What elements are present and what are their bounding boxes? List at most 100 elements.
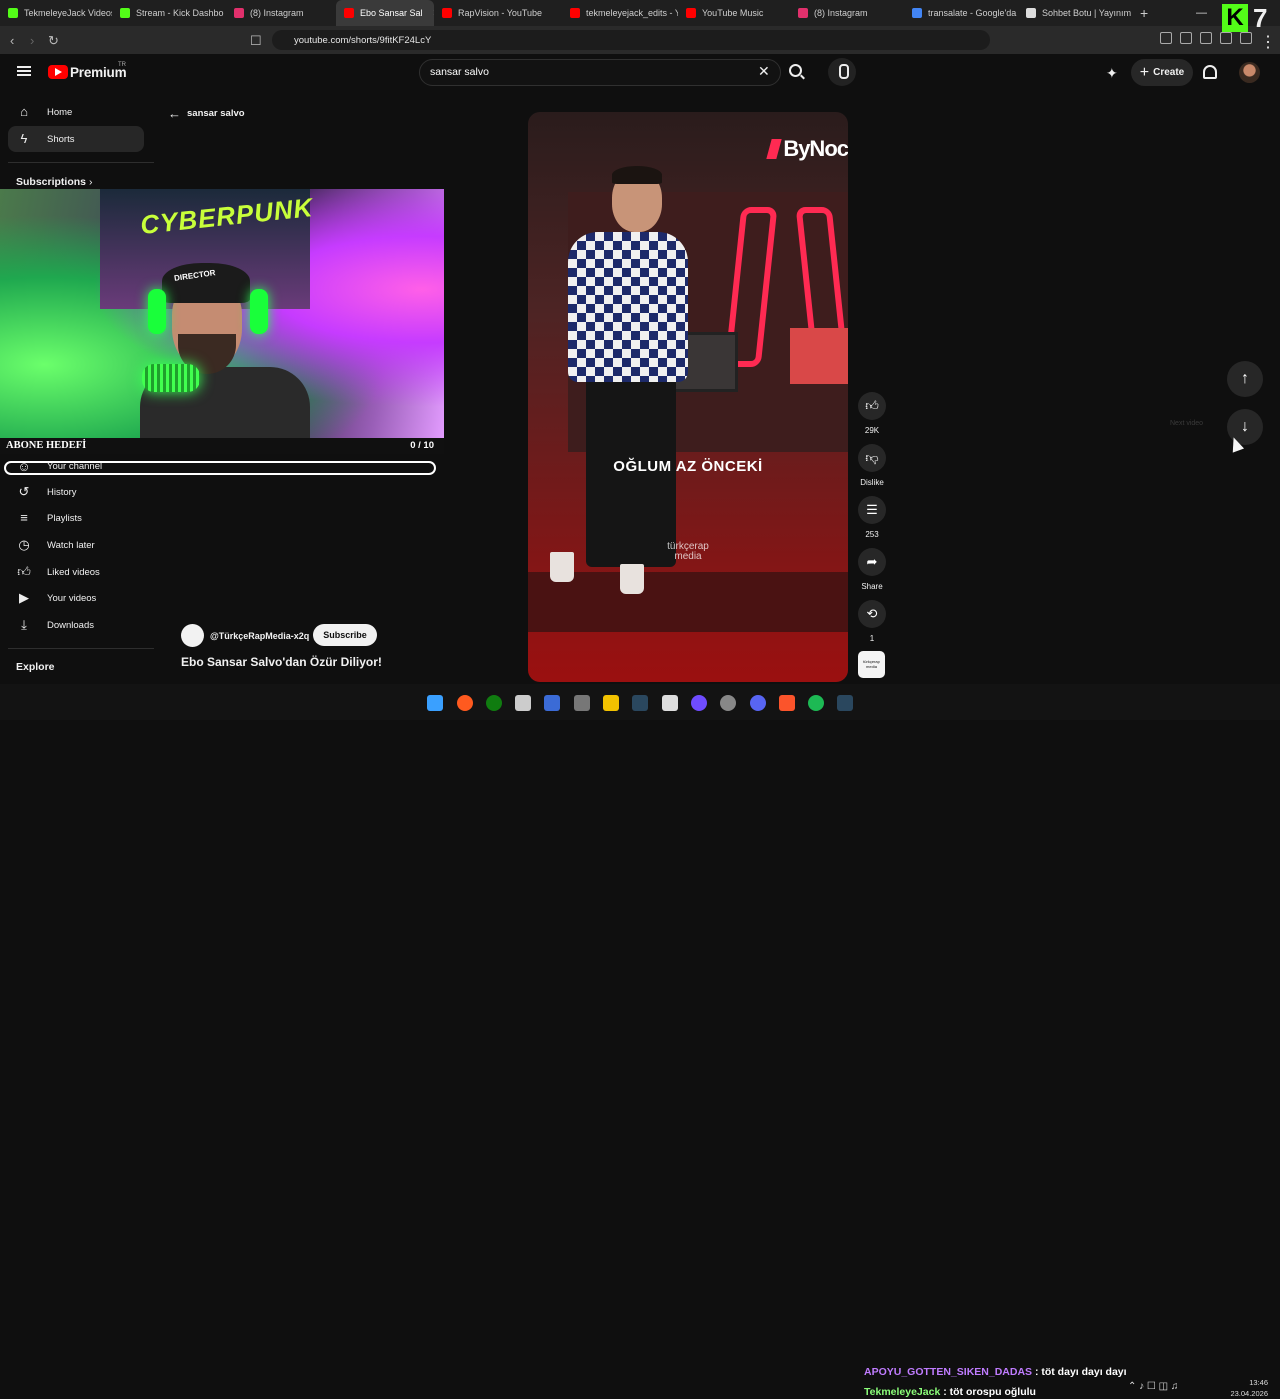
arrow-left-icon: ← bbox=[168, 106, 181, 121]
share-action: ➦ Share bbox=[852, 548, 892, 591]
steam-icon[interactable] bbox=[632, 695, 648, 711]
reload-icon[interactable]: ↻ bbox=[48, 33, 59, 49]
minimize-icon[interactable]: — bbox=[1196, 7, 1207, 19]
windows-taskbar: APOYU_GOTTEN_SIKEN_DADAS : töt dayı dayı… bbox=[0, 684, 1280, 1398]
app-icon[interactable] bbox=[515, 695, 531, 711]
sidebar-item-home[interactable]: ⌂ Home bbox=[8, 99, 144, 125]
file-explorer-icon[interactable] bbox=[603, 695, 619, 711]
browser-tab[interactable]: tekmeleyejack_edits - Y bbox=[562, 0, 678, 26]
back-label: sansar salvo bbox=[187, 108, 245, 119]
app-icon[interactable] bbox=[544, 695, 560, 711]
browser-tab[interactable]: TekmeleyeJack Videos bbox=[0, 0, 112, 26]
subscriptions-label: Subscriptions bbox=[16, 176, 87, 188]
browser-tab[interactable]: (8) Instagram bbox=[790, 0, 904, 26]
create-sparkle-icon[interactable]: ✦ bbox=[1106, 65, 1118, 82]
app-icon[interactable] bbox=[662, 695, 678, 711]
sidebar-item-your-videos[interactable]: ▶ Your videos bbox=[8, 585, 144, 611]
tab-favicon-icon bbox=[912, 8, 922, 18]
sidebar-item-downloads[interactable]: ⤓ Downloads bbox=[8, 612, 144, 638]
sidebar-item-liked-videos[interactable]: 👍︎ Liked videos bbox=[8, 559, 144, 585]
sidebar-item-label: Shorts bbox=[47, 134, 75, 145]
browser-tab-bar: TekmeleyeJack Videos Stream - Kick Dashbo… bbox=[0, 0, 1280, 26]
steam-icon[interactable] bbox=[837, 695, 853, 711]
clear-search-icon[interactable]: ✕ bbox=[758, 63, 770, 80]
spotify-icon[interactable] bbox=[808, 695, 824, 711]
tab-title: Stream - Kick Dashbo bbox=[136, 8, 224, 18]
share-icon[interactable]: ➦ bbox=[858, 548, 886, 576]
sidebar-item-shorts[interactable]: ϟ Shorts bbox=[8, 126, 144, 152]
new-tab-button[interactable]: + bbox=[1140, 5, 1148, 21]
microphone-icon[interactable] bbox=[828, 58, 856, 86]
browser-tab[interactable]: Ebo Sansar Sal✕ bbox=[336, 0, 434, 26]
channel-avatar[interactable] bbox=[181, 624, 204, 647]
account-avatar[interactable] bbox=[1239, 62, 1260, 83]
browser-tab[interactable]: RapVision - YouTube bbox=[434, 0, 562, 26]
brave-icon[interactable] bbox=[779, 695, 795, 711]
search-input[interactable] bbox=[430, 66, 750, 78]
remix-icon[interactable]: ⟲ bbox=[858, 600, 886, 628]
create-label: Create bbox=[1153, 67, 1185, 78]
playlists-icon: ≡ bbox=[20, 510, 28, 525]
sidebar-item-your-channel[interactable]: ☺ Your channel bbox=[8, 457, 144, 477]
short-title[interactable]: Ebo Sansar Salvo'dan Özür Diliyor! bbox=[181, 655, 382, 669]
sidebar-item-label: Playlists bbox=[47, 513, 82, 524]
app-icon[interactable] bbox=[720, 695, 736, 711]
comment-icon[interactable]: ☰ bbox=[858, 496, 886, 524]
streamer-webcam: CYBERPUNK DIRECTOR bbox=[0, 189, 444, 440]
browser-tab[interactable]: YouTube Music bbox=[678, 0, 790, 26]
history-icon: ↺ bbox=[18, 484, 30, 499]
thumbs-down-icon[interactable]: 👎︎ bbox=[858, 444, 886, 472]
sound-channel-thumbnail[interactable]: türkçerap media bbox=[858, 651, 885, 678]
tab-favicon-icon bbox=[344, 8, 354, 18]
url-field[interactable]: youtube.com/shorts/9fitKF24LcY bbox=[272, 30, 990, 50]
retro-tv bbox=[790, 328, 848, 384]
app-icon[interactable] bbox=[691, 695, 707, 711]
sidebar-item-history[interactable]: ↺ History bbox=[8, 479, 144, 505]
sidebar-item-watch-later[interactable]: ◷ Watch later bbox=[8, 532, 144, 558]
extension-icon[interactable] bbox=[1180, 32, 1192, 44]
forward-icon[interactable]: › bbox=[30, 33, 34, 48]
browser-tab[interactable]: Stream - Kick Dashbo bbox=[112, 0, 226, 26]
windows-start-icon[interactable] bbox=[427, 695, 443, 711]
chat-line: TekmeleyeJack : töt orospu oğlulu bbox=[864, 1386, 1036, 1398]
extension-icon[interactable] bbox=[1240, 32, 1252, 44]
tab-title: transalate - Google'da bbox=[928, 8, 1017, 18]
subscriptions-heading[interactable]: Subscriptions › bbox=[16, 176, 92, 188]
tab-favicon-icon bbox=[234, 8, 244, 18]
short-video-player[interactable]: ByNoc OĞLUM AZ ÖNCEKİ türkçerap media bbox=[528, 112, 848, 682]
youtube-logo-icon[interactable] bbox=[48, 65, 68, 79]
notifications-bell-icon[interactable] bbox=[1203, 65, 1217, 79]
discord-icon[interactable] bbox=[750, 695, 766, 711]
goal-count: 0 / 10 bbox=[410, 440, 434, 451]
explore-heading: Explore bbox=[16, 661, 55, 673]
browser-tab[interactable]: transalate - Google'da bbox=[904, 0, 1018, 26]
back-icon[interactable]: ‹ bbox=[10, 33, 14, 48]
like-action: 👍︎ 29K bbox=[852, 392, 892, 435]
video-icon: ▶ bbox=[19, 590, 29, 605]
search-icon[interactable] bbox=[789, 64, 802, 77]
menu-icon[interactable] bbox=[17, 66, 31, 76]
browser-tab[interactable]: (8) Instagram bbox=[226, 0, 336, 26]
app-icon[interactable] bbox=[574, 695, 590, 711]
thumbs-up-icon[interactable]: 👍︎ bbox=[858, 392, 886, 420]
back-to-search[interactable]: ← sansar salvo bbox=[168, 106, 245, 121]
subscribe-button[interactable]: Subscribe bbox=[313, 624, 377, 646]
app-icon[interactable] bbox=[457, 695, 473, 711]
extension-icon[interactable] bbox=[1160, 32, 1172, 44]
sidebar-item-playlists[interactable]: ≡ Playlists bbox=[8, 505, 144, 531]
dislike-action: 👎︎ Dislike bbox=[852, 444, 892, 487]
tab-title: TekmeleyeJack Videos bbox=[24, 8, 112, 18]
divider bbox=[8, 162, 154, 163]
comment-count: 253 bbox=[865, 530, 879, 539]
extension-icon[interactable] bbox=[1220, 32, 1232, 44]
create-button[interactable]: + Create bbox=[1131, 59, 1193, 86]
previous-video-button[interactable]: ↑ bbox=[1227, 361, 1263, 397]
browser-tab[interactable]: Sohbet Botu | Yayınım bbox=[1018, 0, 1132, 26]
tab-favicon-icon bbox=[686, 8, 696, 18]
channel-name[interactable]: @TürkçeRapMedia-x2q bbox=[210, 631, 309, 641]
xbox-icon[interactable] bbox=[486, 695, 502, 711]
bookmark-icon[interactable]: ☐ bbox=[250, 33, 262, 49]
system-clock[interactable]: 13:46 23.04.2026 bbox=[1228, 1377, 1268, 1399]
system-tray-icons[interactable]: ⌃ ♪ ☐ ◫ ♫ bbox=[1128, 1381, 1178, 1392]
extension-icon[interactable] bbox=[1200, 32, 1212, 44]
